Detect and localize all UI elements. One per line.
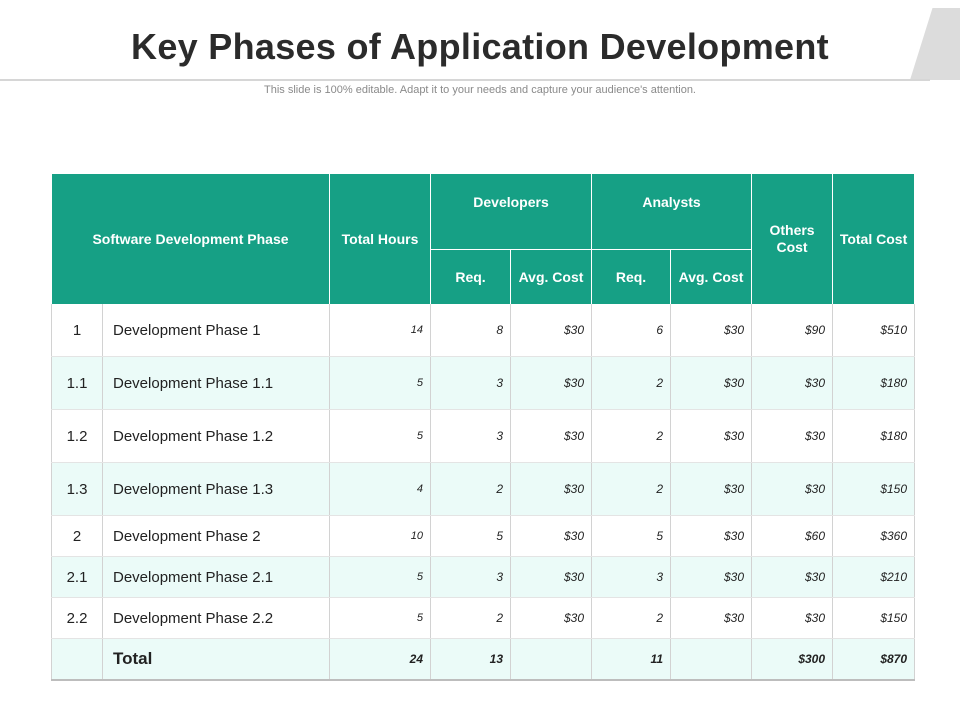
row-index: 2.1 [51, 556, 103, 598]
row-index: 1 [51, 304, 103, 357]
row-ana-avg: $30 [670, 556, 753, 598]
row-hours: 5 [329, 356, 431, 410]
phases-table: Software Development Phase Total Hours D… [51, 174, 916, 681]
row-hours: 10 [329, 515, 431, 557]
row-hours: 4 [329, 462, 431, 516]
total-dev-req: 13 [430, 638, 511, 681]
row-ana-avg: $30 [670, 356, 753, 410]
row-index: 1.3 [51, 462, 103, 516]
total-hours: 24 [329, 638, 431, 681]
row-ana-avg: $30 [670, 304, 753, 357]
header-others-cost: Others Cost [751, 174, 834, 304]
row-dev-avg: $30 [509, 304, 593, 357]
row-hours: 5 [329, 556, 431, 598]
header-dev-req: Req. [430, 249, 511, 304]
row-index: 2 [51, 515, 103, 557]
row-ana-req: 2 [591, 356, 672, 410]
row-dev-req: 2 [430, 597, 511, 639]
row-dev-req: 2 [430, 462, 511, 516]
row-dev-req: 3 [430, 356, 511, 410]
table-row: 1.3 Development Phase 1.3 4 2 $30 2 $30 … [51, 462, 916, 516]
total-cost: $870 [832, 638, 916, 681]
total-row: Total 24 13 11 $300 $870 [51, 638, 916, 681]
row-dev-avg: $30 [509, 462, 593, 516]
total-dev-avg-cell [509, 638, 593, 681]
table-row: 1.2 Development Phase 1.2 5 3 $30 2 $30 … [51, 409, 916, 463]
table-row: 1.1 Development Phase 1.1 5 3 $30 2 $30 … [51, 356, 916, 410]
row-dev-req: 3 [430, 556, 511, 598]
total-label: Total [102, 638, 330, 681]
row-others: $60 [751, 515, 834, 557]
row-index: 1.2 [51, 409, 103, 463]
header-analysts: Analysts [591, 174, 753, 250]
row-total: $150 [832, 597, 916, 639]
row-index: 1.1 [51, 356, 103, 410]
row-dev-avg: $30 [509, 597, 593, 639]
header-dev-avg-cost: Avg. Cost [509, 249, 593, 304]
row-hours: 14 [329, 304, 431, 357]
row-ana-req: 3 [591, 556, 672, 598]
row-total: $180 [832, 356, 916, 410]
row-ana-req: 2 [591, 409, 672, 463]
table-row: 1 Development Phase 1 14 8 $30 6 $30 $90… [51, 304, 916, 357]
row-ana-avg: $30 [670, 597, 753, 639]
row-ana-avg: $30 [670, 462, 753, 516]
slide-subtitle: This slide is 100% editable. Adapt it to… [264, 84, 696, 96]
row-ana-req: 2 [591, 597, 672, 639]
row-phase: Development Phase 2.2 [102, 597, 330, 639]
row-ana-avg: $30 [670, 409, 753, 463]
row-phase: Development Phase 1.1 [102, 356, 330, 410]
table-row: 2.1 Development Phase 2.1 5 3 $30 3 $30 … [51, 556, 916, 598]
header-ana-req: Req. [591, 249, 672, 304]
header-phase: Software Development Phase [51, 174, 330, 304]
row-total: $210 [832, 556, 916, 598]
row-hours: 5 [329, 409, 431, 463]
total-others: $300 [751, 638, 834, 681]
row-phase: Development Phase 2 [102, 515, 330, 557]
row-phase: Development Phase 2.1 [102, 556, 330, 598]
row-dev-avg: $30 [509, 515, 593, 557]
row-dev-req: 3 [430, 409, 511, 463]
row-ana-avg: $30 [670, 515, 753, 557]
title-divider [0, 79, 930, 81]
header-developers: Developers [429, 174, 593, 250]
header-total-cost: Total Cost [832, 174, 916, 304]
row-others: $30 [751, 409, 834, 463]
row-dev-avg: $30 [509, 556, 593, 598]
row-total: $360 [832, 515, 916, 557]
row-others: $90 [751, 304, 834, 357]
row-total: $150 [832, 462, 916, 516]
row-others: $30 [751, 556, 834, 598]
row-dev-avg: $30 [509, 409, 593, 463]
row-ana-req: 5 [591, 515, 672, 557]
total-ana-avg-cell [670, 638, 753, 681]
row-others: $30 [751, 462, 834, 516]
row-dev-req: 8 [430, 304, 511, 357]
table-row: 2 Development Phase 2 10 5 $30 5 $30 $60… [51, 515, 916, 557]
slide-title: Key Phases of Application Development [131, 26, 829, 67]
row-phase: Development Phase 1.3 [102, 462, 330, 516]
header-ana-avg-cost: Avg. Cost [670, 249, 753, 304]
header-total-hours: Total Hours [329, 174, 431, 304]
row-index: 2.2 [51, 597, 103, 639]
row-total: $180 [832, 409, 916, 463]
row-others: $30 [751, 356, 834, 410]
row-others: $30 [751, 597, 834, 639]
row-ana-req: 2 [591, 462, 672, 516]
table-row: 2.2 Development Phase 2.2 5 2 $30 2 $30 … [51, 597, 916, 639]
total-index-cell [51, 638, 103, 681]
total-ana-req: 11 [591, 638, 672, 681]
row-phase: Development Phase 1.2 [102, 409, 330, 463]
row-hours: 5 [329, 597, 431, 639]
row-ana-req: 6 [591, 304, 672, 357]
row-phase: Development Phase 1 [102, 304, 330, 357]
row-total: $510 [832, 304, 916, 357]
row-dev-req: 5 [430, 515, 511, 557]
row-dev-avg: $30 [509, 356, 593, 410]
header-row-top: Software Development Phase Total Hours D… [51, 174, 916, 304]
